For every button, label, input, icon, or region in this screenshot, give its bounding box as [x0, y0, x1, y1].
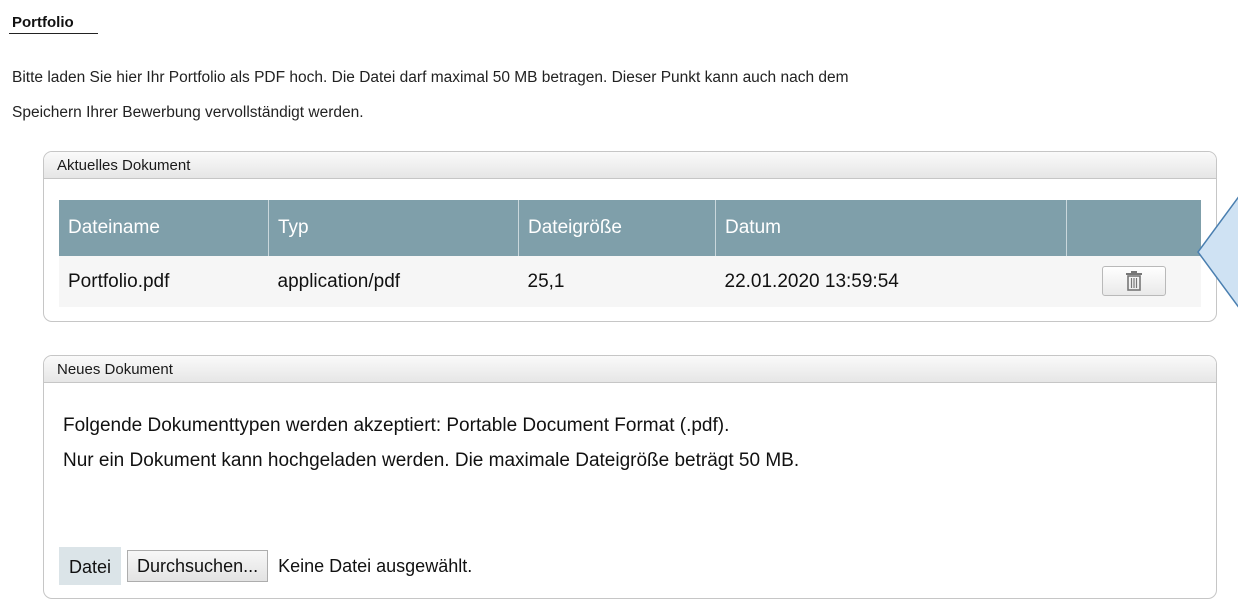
file-upload-row: Datei Durchsuchen... Keine Datei ausgewä…: [59, 547, 472, 585]
current-document-panel: Aktuelles Dokument Dateiname Typ Dateigr…: [43, 151, 1217, 322]
column-header-type: Typ: [268, 200, 519, 256]
file-label: Datei: [59, 547, 122, 585]
current-document-table: Dateiname Typ Dateigröße Datum Portfolio…: [59, 200, 1201, 307]
column-header-filename: Dateiname: [59, 200, 269, 256]
column-header-date: Datum: [715, 200, 1067, 256]
cell-date: 22.01.2020 13:59:54: [715, 256, 1067, 307]
trash-icon: [1125, 270, 1142, 291]
delete-document-button[interactable]: [1101, 265, 1166, 296]
column-header-actions: [1066, 200, 1201, 256]
section-title: Portfolio: [9, 14, 98, 34]
browse-button[interactable]: Durchsuchen...: [127, 550, 269, 582]
cell-type: application/pdf: [268, 256, 519, 307]
callout-pointer: [1197, 196, 1238, 308]
table-row: Portfolio.pdf application/pdf 25,1 22.01…: [59, 256, 1201, 307]
cell-size: 25,1: [518, 256, 716, 307]
new-document-panel-title: Neues Dokument: [44, 356, 1216, 383]
intro-line-2: Speichern Ihrer Bewerbung vervollständig…: [12, 104, 364, 121]
cell-filename: Portfolio.pdf: [59, 256, 269, 307]
new-document-info: Folgende Dokumenttypen werden akzeptiert…: [63, 408, 799, 478]
no-file-selected-text: Keine Datei ausgewählt.: [278, 555, 473, 576]
table-header-row: Dateiname Typ Dateigröße Datum: [59, 200, 1201, 256]
new-document-panel: Neues Dokument Folgende Dokumenttypen we…: [43, 355, 1217, 599]
intro-text: Bitte laden Sie hier Ihr Portfolio als P…: [12, 60, 1212, 130]
accepted-types-text: Folgende Dokumenttypen werden akzeptiert…: [63, 415, 730, 436]
intro-line-1: Bitte laden Sie hier Ihr Portfolio als P…: [12, 69, 849, 86]
upload-limit-text: Nur ein Dokument kann hochgeladen werden…: [63, 450, 800, 471]
column-header-size: Dateigröße: [518, 200, 716, 256]
current-document-panel-title: Aktuelles Dokument: [44, 152, 1216, 179]
cell-actions: [1066, 256, 1201, 307]
